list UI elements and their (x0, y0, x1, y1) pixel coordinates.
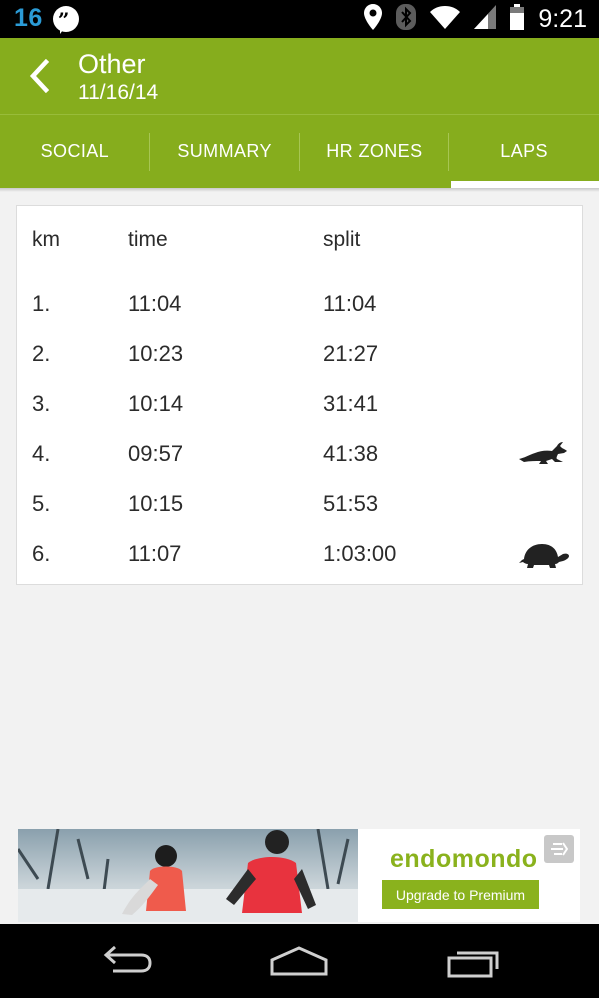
lap-km: 6. (32, 541, 51, 566)
tab-label: HR ZONES (326, 141, 423, 161)
hangouts-glyph: ” (57, 7, 70, 32)
recent-apps-icon (447, 951, 499, 978)
battery-icon (510, 4, 525, 34)
tab-hr-zones[interactable]: HR ZONES (300, 115, 450, 188)
lap-time: 10:15 (128, 491, 184, 516)
chevron-left-icon (29, 59, 49, 93)
upgrade-premium-button[interactable]: Upgrade to Premium (382, 880, 539, 909)
location-icon (364, 4, 383, 34)
lap-time: 09:57 (128, 441, 184, 466)
lap-km: 4. (32, 441, 51, 466)
page-title: Other (78, 49, 146, 79)
lap-row: 3. 10:14 31:41 (17, 383, 582, 423)
lap-split: 21:27 (323, 341, 379, 366)
lap-split: 31:41 (323, 391, 379, 416)
app-bar: Other 11/16/14 (0, 38, 599, 114)
header-split: split (323, 228, 361, 251)
tab-summary[interactable]: SUMMARY (150, 115, 300, 188)
lap-split: 1:03:00 (323, 541, 397, 566)
nav-back-button[interactable] (90, 938, 160, 984)
ad-photo-runners (18, 829, 358, 922)
lap-km: 1. (32, 291, 51, 316)
status-bar: 16 ” 9:21 (0, 0, 599, 38)
laps-table-header: km time split (17, 220, 582, 260)
lap-row: 2. 10:23 21:27 (17, 333, 582, 373)
hangouts-icon: ” (52, 5, 79, 34)
tab-label: SOCIAL (40, 141, 110, 161)
lap-split: 11:04 (323, 291, 377, 316)
bluetooth-icon (396, 4, 417, 34)
title-block: Other 11/16/14 (78, 49, 158, 106)
tab-label: LAPS (500, 141, 548, 161)
lap-time: 10:23 (128, 341, 184, 366)
header-km: km (32, 228, 60, 251)
ad-banner[interactable]: endomondo Upgrade to Premium (18, 829, 580, 922)
status-system-icons: 9:21 (364, 3, 587, 35)
turtle-icon (518, 539, 570, 575)
nav-home-button[interactable] (264, 938, 334, 984)
tab-social[interactable]: SOCIAL (0, 115, 150, 188)
lap-split: 51:53 (323, 491, 379, 516)
lap-row-slowest: 6. 11:07 1:03:00 (17, 533, 582, 573)
lap-split: 41:38 (323, 441, 379, 466)
signal-icon (474, 5, 497, 33)
lap-row-fastest: 4. 09:57 41:38 (17, 433, 582, 473)
laps-table: km time split 1. 11:04 11:04 2. 10:23 21… (16, 205, 583, 585)
nav-recent-apps-button[interactable] (440, 938, 510, 984)
lap-time: 11:04 (128, 291, 182, 316)
lap-km: 5. (32, 491, 51, 516)
lap-km: 3. (32, 391, 51, 416)
tab-laps[interactable]: LAPS (449, 115, 599, 188)
status-clock: 9:21 (538, 4, 587, 33)
notification-count: 16 (14, 4, 43, 32)
system-nav-bar (0, 924, 599, 998)
tab-label: SUMMARY (177, 141, 272, 161)
status-notifications: 16 ” (14, 4, 79, 34)
hare-icon (518, 439, 570, 471)
endomondo-logo: endomondo (390, 845, 538, 873)
home-icon (270, 946, 328, 976)
lap-row: 1. 11:04 11:04 (17, 283, 582, 323)
tab-bar-shadow (0, 188, 599, 192)
wifi-icon (430, 5, 461, 33)
lap-km: 2. (32, 341, 51, 366)
tab-bar: SOCIAL SUMMARY HR ZONES LAPS (0, 114, 599, 188)
lap-row: 5. 10:15 51:53 (17, 483, 582, 523)
ad-panel: endomondo Upgrade to Premium (358, 829, 580, 922)
lap-time: 11:07 (128, 541, 182, 566)
lap-time: 10:14 (128, 391, 184, 416)
ad-info-icon[interactable] (544, 835, 574, 863)
back-icon (103, 945, 152, 973)
header-time: time (128, 228, 168, 251)
back-button[interactable] (22, 56, 56, 96)
page-subtitle-date: 11/16/14 (78, 81, 159, 104)
